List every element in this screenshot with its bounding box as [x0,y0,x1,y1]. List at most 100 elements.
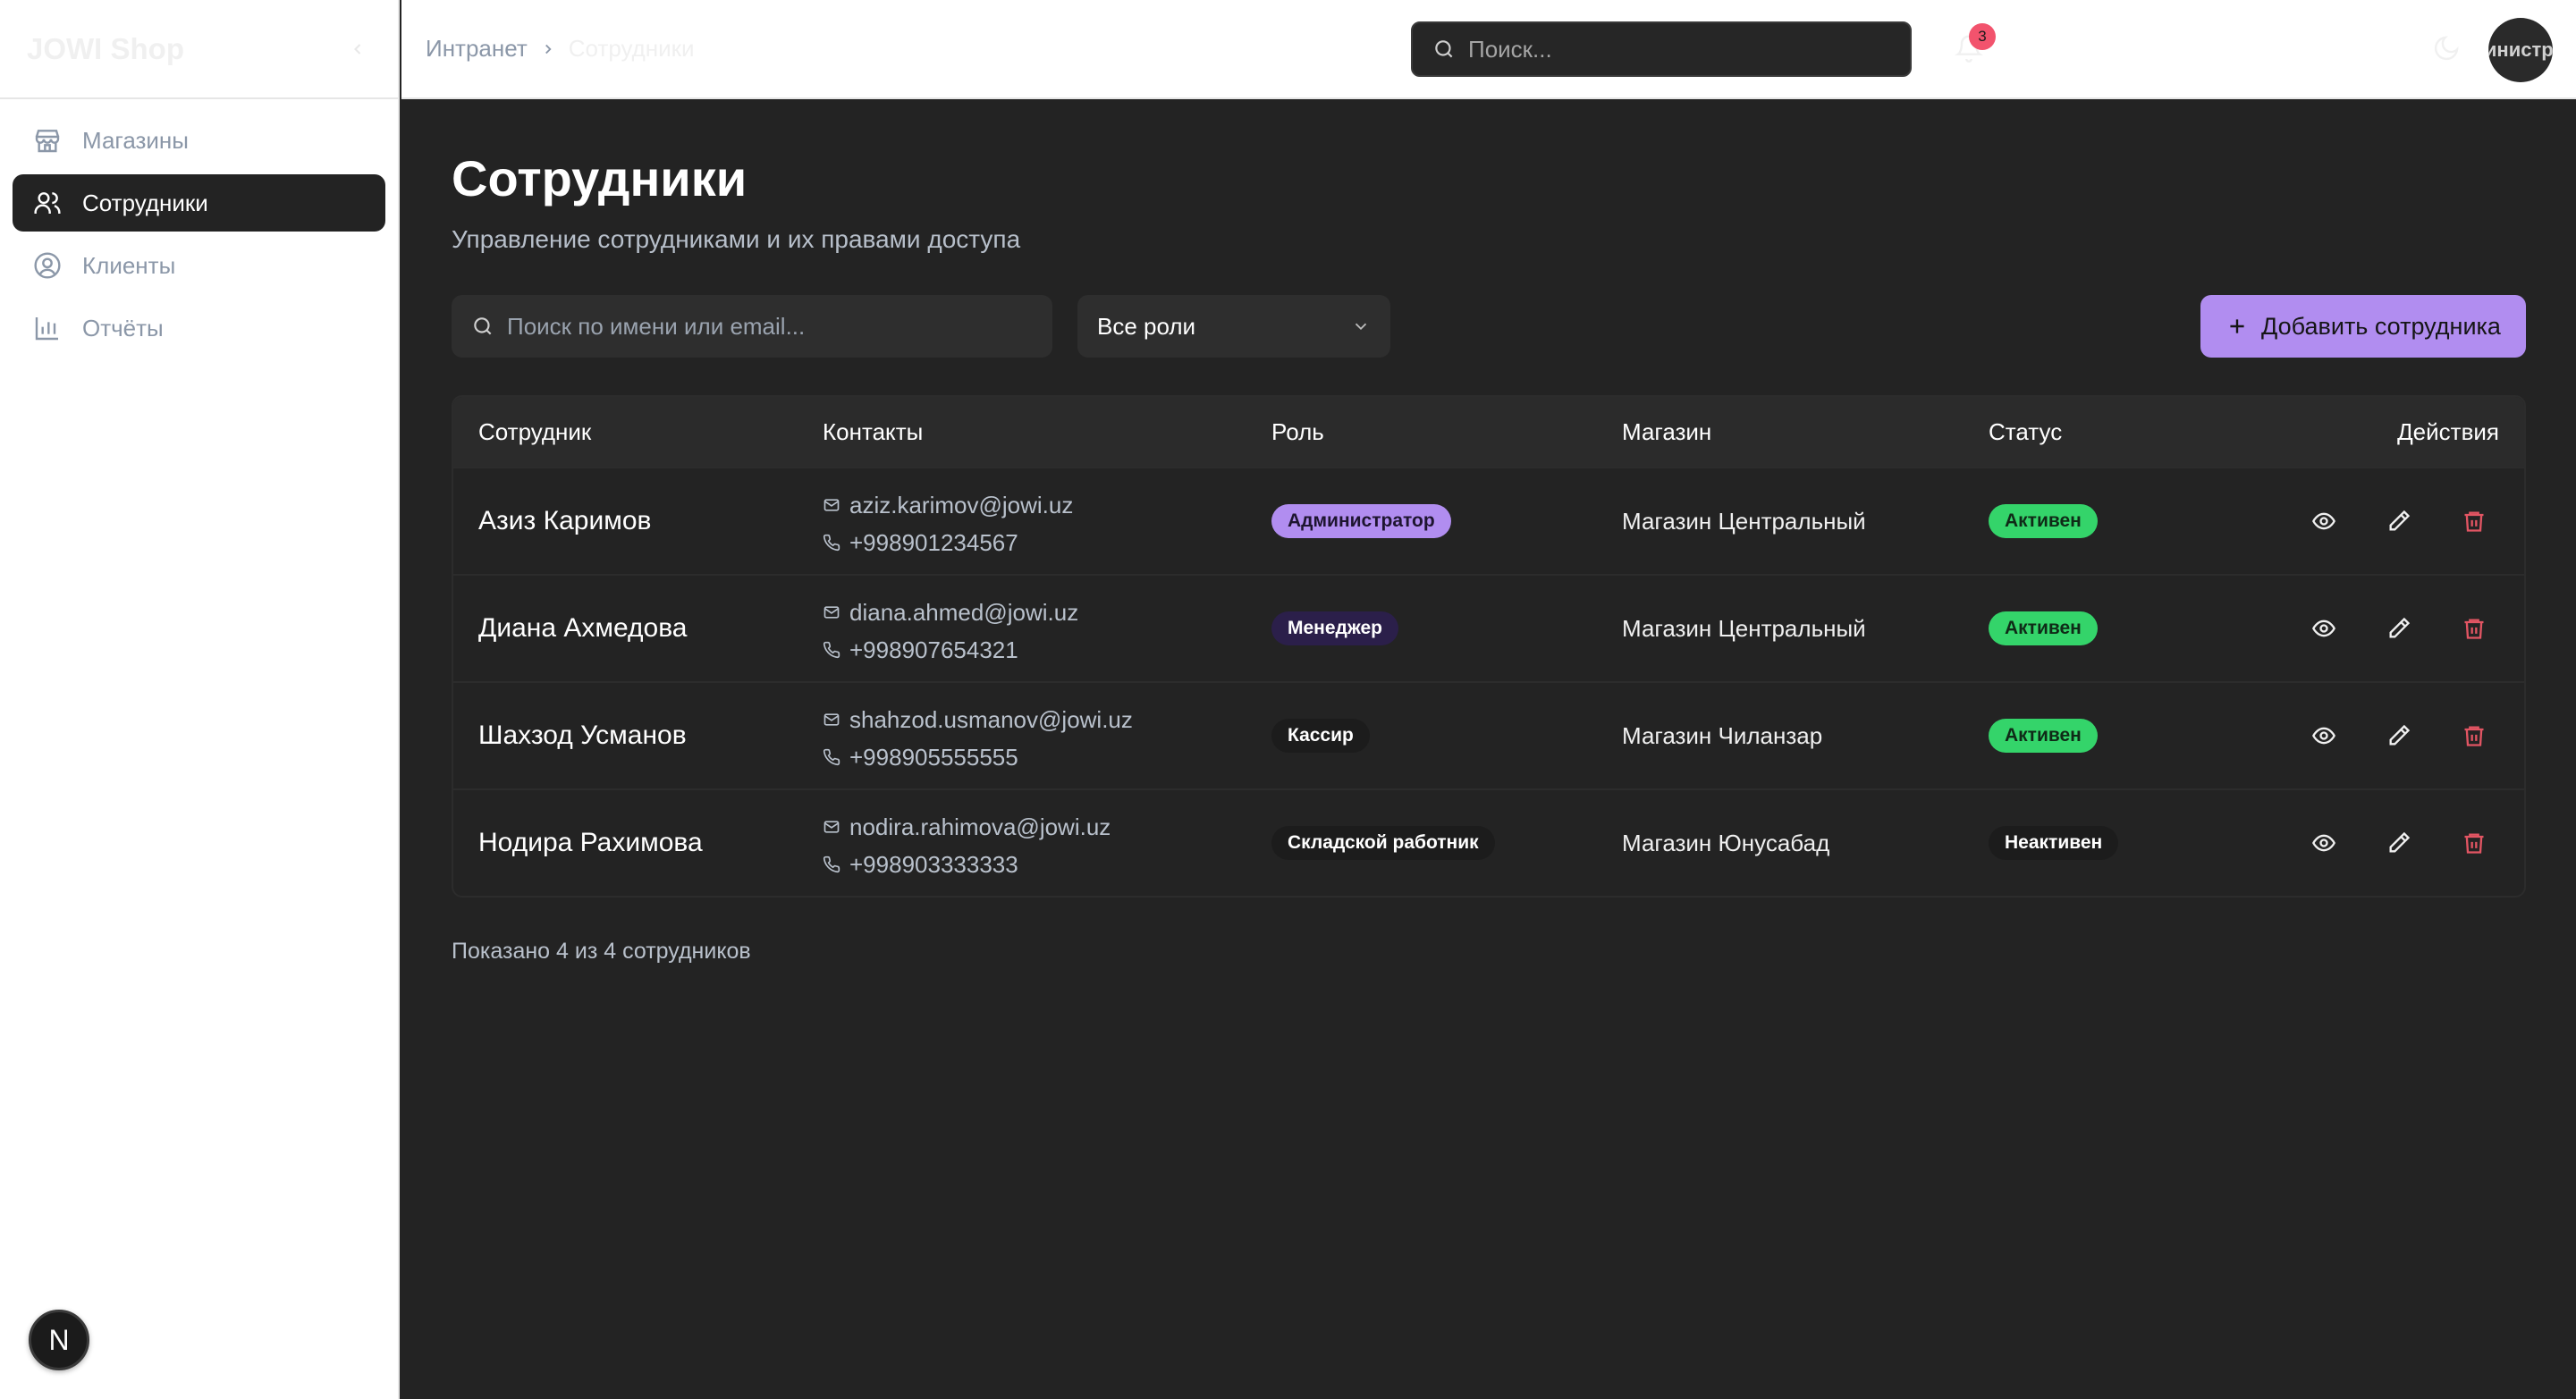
dev-tools-badge[interactable]: N [29,1310,89,1370]
delete-button[interactable] [2456,825,2492,861]
table-row[interactable]: Нодира Рахимова nodira.rahimova@jowi.uz … [453,788,2524,896]
sidebar-item-employees[interactable]: Сотрудники [13,174,385,232]
eye-icon [2312,512,2335,530]
sidebar-header: JOWI Shop [0,0,398,99]
row-actions [2267,503,2492,539]
employee-email[interactable]: shahzod.usmanov@jowi.uz [849,706,1133,734]
edit-button[interactable] [2381,611,2417,646]
collapse-sidebar-button[interactable] [344,36,371,63]
edit-button[interactable] [2381,825,2417,861]
row-actions [2267,825,2492,861]
global-search-placeholder: Поиск... [1468,35,1552,63]
delete-button[interactable] [2456,503,2492,539]
header-actions: Действия [2397,417,2499,445]
sidebar-item-label: Клиенты [82,251,176,279]
header-contacts[interactable]: Контакты [823,418,923,446]
mail-icon [823,713,840,726]
role-filter-select[interactable]: Все роли [1077,295,1390,358]
employee-shop: Магазин Центральный [1622,614,1866,642]
edit-button[interactable] [2381,503,2417,539]
trash-icon [2464,726,2484,746]
employee-contacts: shahzod.usmanov@jowi.uz +998905555555 [823,701,1133,776]
header-status[interactable]: Статус [1989,418,2062,446]
moon-icon [2434,36,2459,61]
view-button[interactable] [2306,503,2342,539]
store-icon [32,125,63,156]
employee-name: Шахзод Усманов [478,721,687,750]
status-badge: Активен [1989,611,2098,645]
phone-icon [823,641,840,659]
employee-phone[interactable]: +998905555555 [849,744,1018,771]
header-shop[interactable]: Магазин [1622,418,1711,446]
employee-phone[interactable]: +998903333333 [849,851,1018,879]
add-employee-label: Добавить сотрудника [2261,312,2501,340]
theme-toggle-button[interactable] [2428,30,2464,66]
view-button[interactable] [2306,718,2342,754]
edit-button[interactable] [2381,718,2417,754]
view-button[interactable] [2306,611,2342,646]
delete-button[interactable] [2456,611,2492,646]
view-button[interactable] [2306,825,2342,861]
global-search-input[interactable]: Поиск... [1411,21,1912,77]
table-row[interactable]: Азиз Каримов aziz.karimov@jowi.uz +99890… [453,467,2524,574]
eye-icon [2312,727,2335,745]
results-count: Показано 4 из 4 сотрудников [452,939,751,964]
chevron-down-icon [1355,323,1367,331]
search-icon [474,317,492,335]
table-row[interactable]: Диана Ахмедова diana.ahmed@jowi.uz +9989… [453,574,2524,681]
sidebar-item-stores[interactable]: Магазины [13,112,385,169]
employees-table: Сотрудник Контакты Роль Магазин Статус Д… [452,395,2526,898]
row-actions [2267,718,2492,754]
table-header: Сотрудник Контакты Роль Магазин Статус Д… [453,397,2524,467]
delete-button[interactable] [2456,718,2492,754]
mail-icon [823,821,840,833]
employee-contacts: diana.ahmed@jowi.uz +998907654321 [823,594,1078,669]
eye-icon [2312,619,2335,637]
phone-icon [823,534,840,552]
role-badge: Кассир [1271,719,1370,753]
user-circle-icon [32,250,63,281]
role-filter-value: Все роли [1097,312,1196,340]
employee-email[interactable]: diana.ahmed@jowi.uz [849,599,1078,627]
role-badge: Менеджер [1271,611,1398,645]
sidebar-item-label: Отчёты [82,314,164,341]
pencil-icon [2389,724,2411,746]
breadcrumb: Интранет Сотрудники [426,35,695,63]
header-employee[interactable]: Сотрудник [478,418,591,446]
employee-name: Нодира Рахимова [478,828,703,857]
header-role[interactable]: Роль [1271,418,1324,446]
employee-email[interactable]: nodira.rahimova@jowi.uz [849,813,1111,841]
employee-contacts: aziz.karimov@jowi.uz +998901234567 [823,486,1073,561]
employee-phone[interactable]: +998907654321 [849,636,1018,664]
employee-contacts: nodira.rahimova@jowi.uz +998903333333 [823,808,1111,883]
employee-search-input[interactable]: Поиск по имени или email... [452,295,1052,358]
chevron-right-icon [540,41,556,57]
page-title: Сотрудники [452,150,747,206]
bar-chart-icon [32,313,63,343]
plus-icon [2225,315,2249,338]
employee-email[interactable]: aziz.karimov@jowi.uz [849,492,1073,519]
employee-search-placeholder: Поиск по имени или email... [507,312,806,340]
employee-shop: Магазин Чиланзар [1622,721,1823,749]
table-row[interactable]: Шахзод Усманов shahzod.usmanov@jowi.uz +… [453,681,2524,788]
brand-logo[interactable]: JOWI Shop [27,32,184,66]
sidebar-item-reports[interactable]: Отчёты [13,299,385,357]
add-employee-button[interactable]: Добавить сотрудника [2200,295,2526,358]
sidebar-item-label: Магазины [82,126,189,154]
avatar[interactable]: Администратор [2488,18,2553,82]
sidebar-item-clients[interactable]: Клиенты [13,237,385,294]
status-badge: Неактивен [1989,826,2119,860]
status-badge: Активен [1989,504,2098,538]
employee-shop: Магазин Юнусабад [1622,829,1830,856]
avatar-text: Администратор [2488,38,2553,61]
role-badge: Администратор [1271,504,1451,538]
sidebar-item-label: Сотрудники [82,189,208,216]
breadcrumb-root[interactable]: Интранет [426,35,528,63]
phone-icon [823,748,840,766]
pencil-icon [2389,831,2411,853]
employee-phone[interactable]: +998901234567 [849,529,1018,557]
status-badge: Активен [1989,719,2098,753]
search-icon [1435,40,1453,58]
mail-icon [823,499,840,511]
breadcrumb-current: Сотрудники [568,35,695,62]
